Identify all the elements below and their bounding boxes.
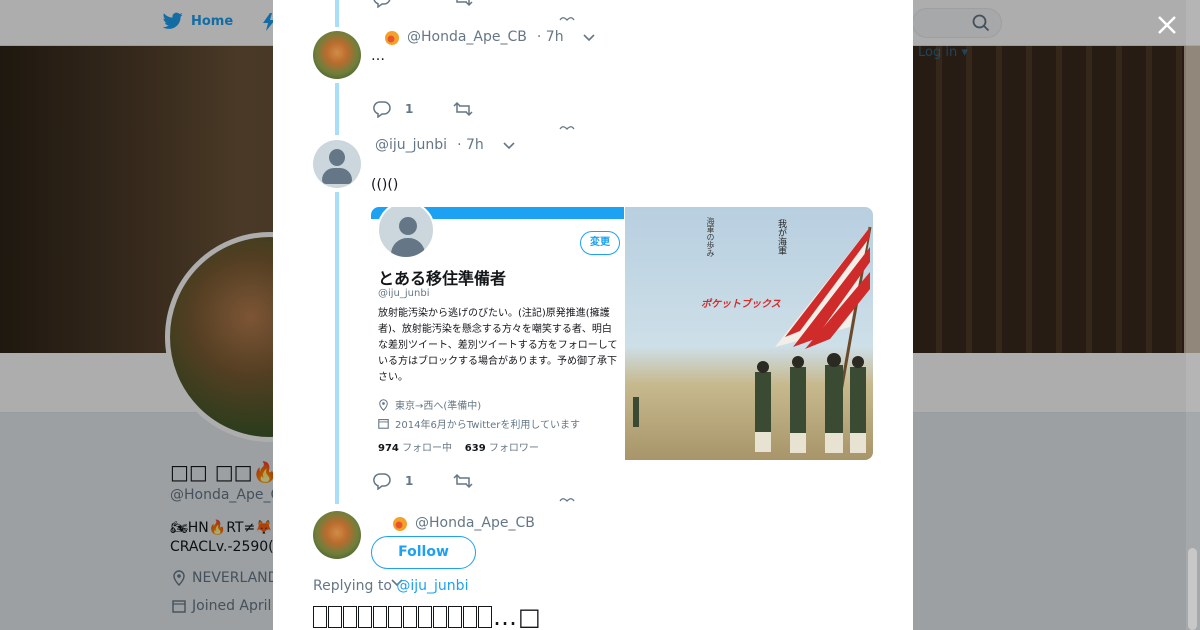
replying-to: Replying to @iju_junbi [313, 578, 468, 594]
profile-screenshot: 変更 とある移住準備者 @iju_junbi 放射能汚染から逃げのびたい。(注記… [371, 207, 624, 460]
reply-count: 1 [405, 474, 414, 488]
reply-action[interactable]: 1 [373, 472, 413, 490]
tweet-header: @Honda_Ape_CB [391, 514, 535, 532]
reply-icon[interactable] [373, 0, 391, 8]
screenshot-edit-button: 変更 [580, 231, 620, 255]
screenshot-joined: 2014年6月からTwitterを利用しています [378, 416, 580, 431]
followers-label: フォロワー [488, 443, 539, 454]
screenshot-joined-text: 2014年6月からTwitterを利用しています [395, 420, 581, 431]
tweet-username[interactable]: @iju_junbi [375, 137, 447, 153]
tweet-time[interactable]: · 7h [457, 137, 484, 153]
reply-action[interactable]: 1 [373, 100, 413, 118]
tweet-header: @iju_junbi · 7h [375, 137, 516, 153]
calendar-icon [378, 419, 389, 429]
fire-emoji-icon [385, 31, 399, 45]
screenshot-name: とある移住準備者 [378, 269, 507, 288]
fire-emoji-icon [393, 517, 407, 531]
main-tweet-text-suffix: …□ [493, 603, 542, 630]
thread-line [335, 192, 339, 504]
screenshot-location: 東京→西へ(準備中) [378, 397, 481, 412]
screenshot-avatar [377, 207, 435, 259]
tweet-thread-modal: @Honda_Ape_CB · 7h … 1 @iju_junbi · 7h (… [273, 0, 913, 630]
tweet-time[interactable]: · 7h [537, 29, 564, 45]
tweet-text: (()() [371, 177, 399, 193]
tweet-text: … [371, 48, 385, 64]
tweet-avatar[interactable] [313, 140, 361, 188]
thread-line [335, 0, 339, 27]
following-label: フォロー中 [402, 443, 453, 454]
poster-subtitle: ポケットブックス [701, 299, 781, 310]
chevron-down-icon[interactable] [502, 138, 516, 152]
chevron-down-icon[interactable] [582, 30, 596, 44]
replying-to-prefix: Replying to [313, 578, 397, 594]
tweet-username[interactable]: @Honda_Ape_CB [415, 515, 535, 531]
more-dots-icon[interactable] [559, 124, 575, 130]
close-icon[interactable] [1155, 13, 1179, 37]
retweet-icon[interactable] [453, 100, 473, 118]
tweet-avatar[interactable] [313, 31, 361, 79]
followers-count: 639 [464, 443, 486, 454]
main-tweet-text: …□ [313, 603, 542, 630]
scrollbar-thumb[interactable] [1188, 548, 1197, 630]
reply-icon [373, 473, 391, 490]
retweet-icon[interactable] [453, 0, 473, 8]
screenshot-handle: @iju_junbi [378, 288, 430, 299]
following-count: 974 [378, 443, 399, 454]
replying-to-link[interactable]: @iju_junbi [396, 578, 468, 594]
screenshot-bio: 放射能汚染から逃げのびたい。(注記)原発推進(擁護者)、放射能汚染を懸念する方々… [378, 308, 618, 383]
poster-title: 我が海軍 [776, 219, 786, 255]
poster-image: 海軍の歩み ポケットブックス 我が海軍 [625, 207, 873, 460]
tweet-username[interactable]: @Honda_Ape_CB [407, 29, 527, 45]
follow-button[interactable]: Follow [371, 536, 476, 569]
screenshot-stats: 974 フォロー中 639 フォロワー [378, 439, 539, 454]
reply-icon [373, 101, 391, 118]
tweet-avatar[interactable] [313, 511, 361, 559]
scrollbar-track[interactable] [1186, 0, 1200, 630]
more-dots-icon[interactable] [559, 496, 575, 502]
more-dots-icon[interactable] [559, 15, 575, 21]
location-pin-icon [379, 398, 388, 411]
retweet-icon[interactable] [453, 472, 473, 490]
reply-count: 1 [405, 102, 414, 116]
tweet-image[interactable]: 変更 とある移住準備者 @iju_junbi 放射能汚染から逃げのびたい。(注記… [371, 207, 873, 460]
screenshot-location-text: 東京→西へ(準備中) [395, 401, 482, 412]
thread-line [335, 83, 339, 135]
tweet-header: @Honda_Ape_CB · 7h [383, 28, 596, 46]
